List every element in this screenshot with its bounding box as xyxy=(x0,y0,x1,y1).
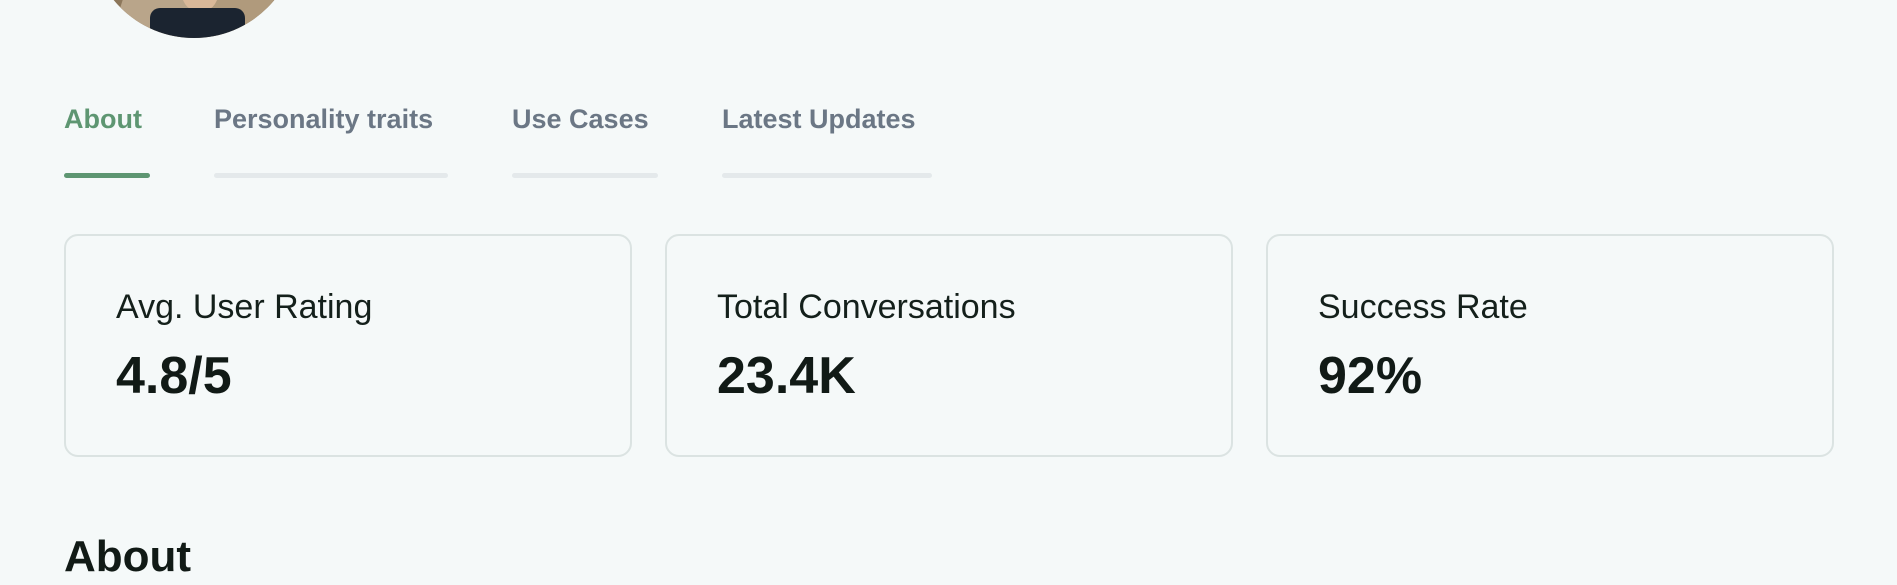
tab-about-underline xyxy=(64,173,150,178)
section-title-about: About xyxy=(64,532,192,581)
stat-card-user-rating: Avg. User Rating 4.8/5 xyxy=(64,234,632,457)
stat-label: Success Rate xyxy=(1318,288,1528,326)
tab-latest-updates-underline xyxy=(722,173,932,178)
tab-about[interactable]: About xyxy=(64,104,150,178)
stat-label: Avg. User Rating xyxy=(116,288,373,326)
tab-use-cases-underline xyxy=(512,173,658,178)
avatar xyxy=(90,0,298,38)
tab-use-cases-label: Use Cases xyxy=(512,104,649,134)
avatar-shirt xyxy=(150,8,245,38)
profile-tabs: About Personality traits Use Cases Lates… xyxy=(64,104,932,178)
tab-personality-traits-underline xyxy=(214,173,448,178)
stat-card-total-conversations: Total Conversations 23.4K xyxy=(665,234,1233,457)
tab-personality-traits[interactable]: Personality traits xyxy=(214,104,448,178)
tab-personality-traits-label: Personality traits xyxy=(214,104,434,134)
stat-value: 92% xyxy=(1318,347,1423,405)
stat-value: 4.8/5 xyxy=(116,347,232,405)
tab-latest-updates-label: Latest Updates xyxy=(722,104,916,134)
stat-label: Total Conversations xyxy=(717,288,1016,326)
stat-value: 23.4K xyxy=(717,347,856,405)
tab-about-label: About xyxy=(64,104,142,134)
tab-latest-updates[interactable]: Latest Updates xyxy=(722,104,932,178)
stats-cards: Avg. User Rating 4.8/5 Total Conversatio… xyxy=(64,234,1834,457)
stat-card-success-rate: Success Rate 92% xyxy=(1266,234,1834,457)
tab-use-cases[interactable]: Use Cases xyxy=(512,104,658,178)
